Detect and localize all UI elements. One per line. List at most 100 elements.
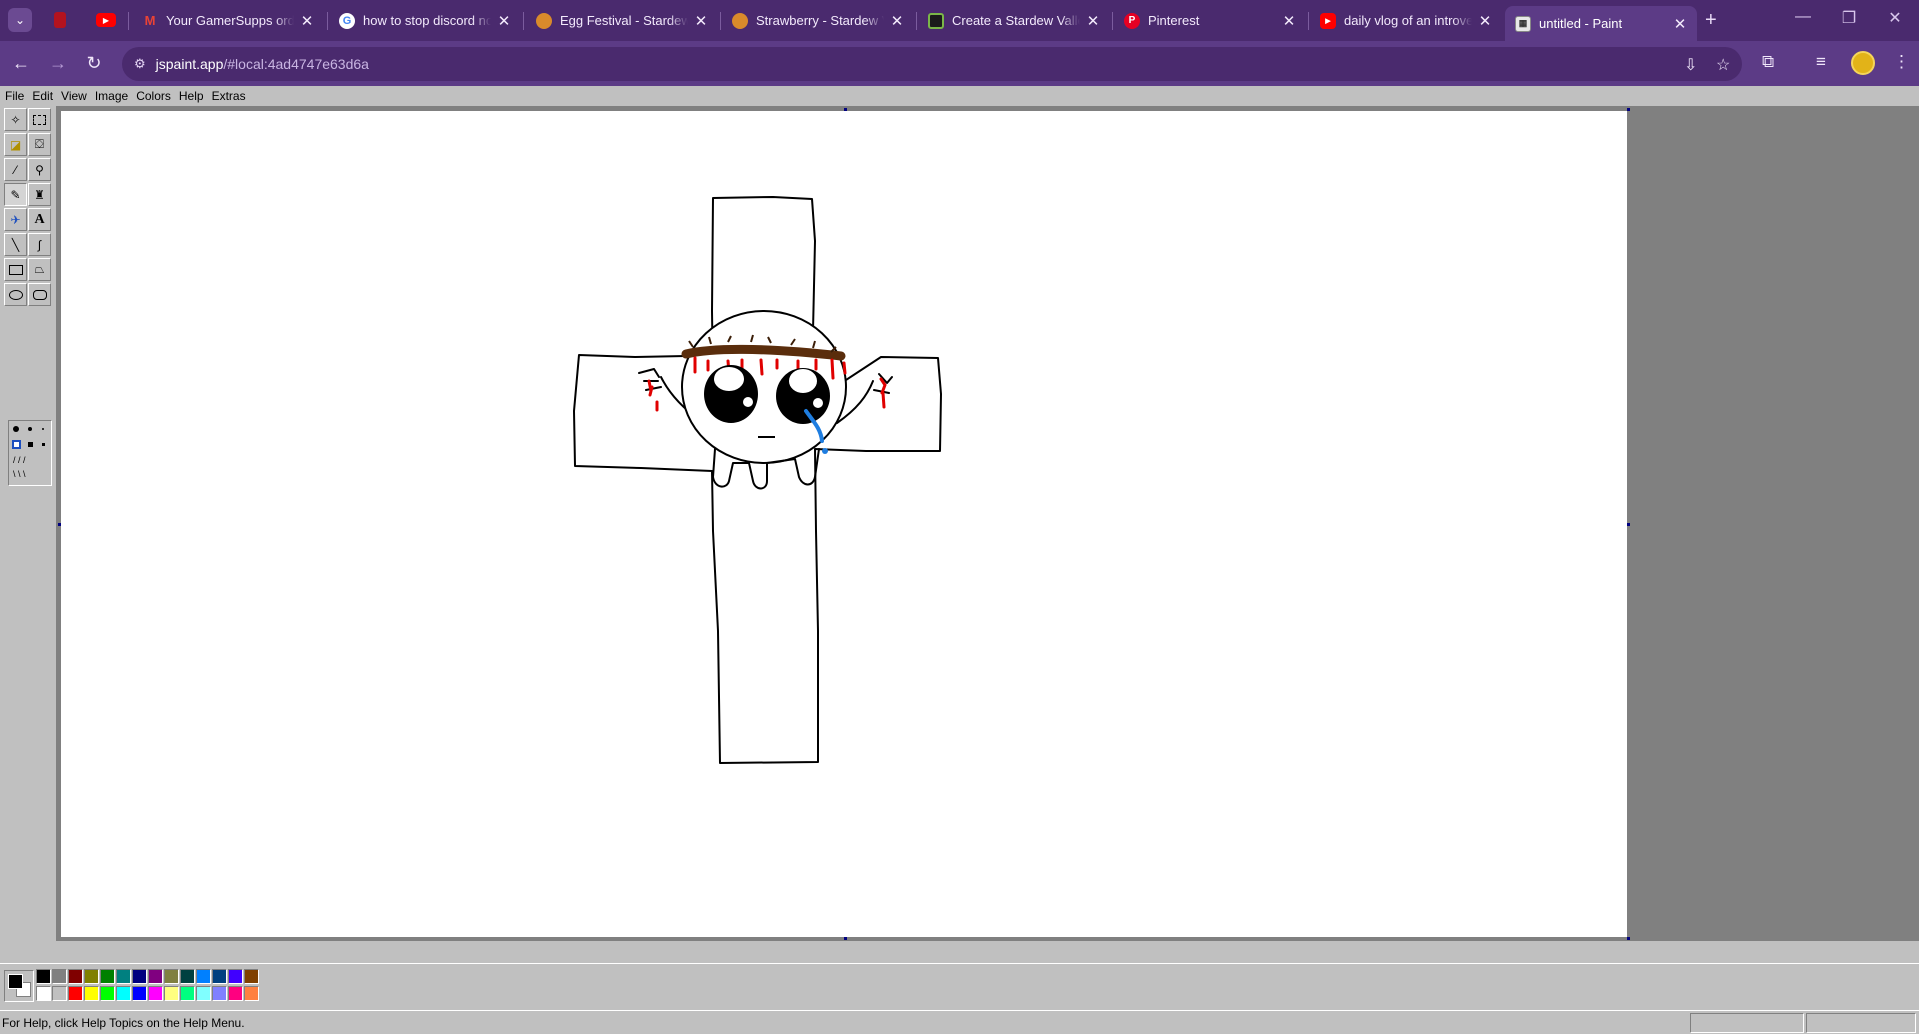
resize-handle-top-right[interactable] xyxy=(1627,108,1630,111)
brush-tool[interactable]: ♜ xyxy=(28,183,51,206)
palette-swatch[interactable] xyxy=(244,986,259,1001)
palette-swatch[interactable] xyxy=(52,986,67,1001)
close-icon[interactable]: ✕ xyxy=(694,12,708,30)
size-option-square[interactable] xyxy=(12,440,21,449)
palette-swatch[interactable] xyxy=(148,986,163,1001)
close-icon[interactable]: ✕ xyxy=(890,12,904,30)
tab-gamersupps[interactable]: M Your GamerSupps order ✕ xyxy=(132,6,324,35)
palette-swatch[interactable] xyxy=(196,969,211,984)
magnifier-tool[interactable]: ⚲ xyxy=(28,158,51,181)
pick-color-tool[interactable]: ⁄ xyxy=(4,158,27,181)
menu-extras[interactable]: Extras xyxy=(208,89,250,103)
tab-strawberry[interactable]: Strawberry - Stardew Valley ✕ xyxy=(722,6,914,35)
palette-swatch[interactable] xyxy=(116,986,131,1001)
size-option-dot[interactable] xyxy=(28,427,32,431)
tab-daily-vlog[interactable]: ▶ daily vlog of an introvert ✕ xyxy=(1310,6,1502,35)
menu-view[interactable]: View xyxy=(57,89,91,103)
palette-swatch[interactable] xyxy=(132,986,147,1001)
palette-swatch[interactable] xyxy=(212,969,227,984)
menu-colors[interactable]: Colors xyxy=(132,89,175,103)
resize-handle-top[interactable] xyxy=(844,108,847,111)
menu-edit[interactable]: Edit xyxy=(28,89,57,103)
pencil-tool[interactable]: ✎ xyxy=(4,183,27,206)
palette-swatch[interactable] xyxy=(36,969,51,984)
resize-handle-left[interactable] xyxy=(58,523,61,526)
rectangle-tool[interactable] xyxy=(4,258,27,281)
size-option-dot[interactable] xyxy=(42,428,44,430)
tab-search-button[interactable]: ⌄ xyxy=(8,8,32,32)
curve-tool[interactable]: ∫ xyxy=(28,233,51,256)
rounded-rectangle-tool[interactable] xyxy=(28,283,51,306)
minimize-button[interactable]: — xyxy=(1780,8,1826,26)
pinned-tab-youtube[interactable]: ▶ xyxy=(94,9,118,31)
size-option-square[interactable] xyxy=(42,443,45,446)
select-tool[interactable] xyxy=(28,108,51,131)
palette-swatch[interactable] xyxy=(68,986,83,1001)
palette-swatch[interactable] xyxy=(196,986,211,1001)
tab-discord-search[interactable]: G how to stop discord not ✕ xyxy=(329,6,521,35)
back-button[interactable]: ← xyxy=(9,53,33,74)
palette-swatch[interactable] xyxy=(100,986,115,1001)
resize-handle-right[interactable] xyxy=(1627,523,1630,526)
close-icon[interactable]: ✕ xyxy=(1673,15,1687,33)
close-icon[interactable]: ✕ xyxy=(1282,12,1296,30)
tool-options-panel[interactable]: / / / \ \ \ xyxy=(8,420,52,486)
pinned-tab-1[interactable] xyxy=(48,9,72,31)
more-menu-icon[interactable]: ⋮ xyxy=(1893,52,1910,72)
media-controls-icon[interactable]: ≡ xyxy=(1816,52,1826,72)
eraser-tool[interactable]: ◪ xyxy=(4,133,27,156)
close-icon[interactable]: ✕ xyxy=(1478,12,1492,30)
resize-handle-bottom-right[interactable] xyxy=(1627,937,1630,940)
size-option-slash[interactable]: / / / xyxy=(13,455,26,465)
site-info-icon[interactable]: ⚙ xyxy=(134,56,146,72)
palette-swatch[interactable] xyxy=(164,986,179,1001)
polygon-tool[interactable]: ⏢ xyxy=(28,258,51,281)
palette-swatch[interactable] xyxy=(84,969,99,984)
free-form-select-tool[interactable]: ✧ xyxy=(4,108,27,131)
palette-swatch[interactable] xyxy=(116,969,131,984)
palette-swatch[interactable] xyxy=(68,969,83,984)
install-app-icon[interactable]: ⇩ xyxy=(1684,55,1697,75)
bookmark-star-icon[interactable]: ☆ xyxy=(1716,55,1730,75)
palette-swatch[interactable] xyxy=(228,969,243,984)
drawing-canvas[interactable] xyxy=(61,111,1627,937)
palette-swatch[interactable] xyxy=(36,986,51,1001)
palette-swatch[interactable] xyxy=(52,969,67,984)
menu-image[interactable]: Image xyxy=(91,89,132,103)
palette-swatch[interactable] xyxy=(84,986,99,1001)
palette-swatch[interactable] xyxy=(132,969,147,984)
avatar[interactable] xyxy=(1851,51,1875,75)
palette-swatch[interactable] xyxy=(228,986,243,1001)
palette-swatch[interactable] xyxy=(164,969,179,984)
ellipse-tool[interactable] xyxy=(4,283,27,306)
palette-swatch[interactable] xyxy=(180,986,195,1001)
close-window-button[interactable]: ✕ xyxy=(1872,8,1918,28)
palette-swatch[interactable] xyxy=(212,986,227,1001)
restore-button[interactable]: ❐ xyxy=(1826,8,1872,28)
extensions-icon[interactable]: ⧉ xyxy=(1762,52,1774,72)
foreground-color-swatch[interactable] xyxy=(8,974,23,989)
text-tool[interactable]: A xyxy=(28,208,51,231)
resize-handle-bottom[interactable] xyxy=(844,937,847,940)
tab-stardew-planner[interactable]: Create a Stardew Valley ✕ xyxy=(918,6,1110,35)
size-option-backslash[interactable]: \ \ \ xyxy=(13,469,26,479)
palette-swatch[interactable] xyxy=(180,969,195,984)
address-bar[interactable]: ⚙ jspaint.app/#local:4ad4747e63d6a ⇩ ☆ xyxy=(122,47,1742,81)
palette-swatch[interactable] xyxy=(244,969,259,984)
reload-button[interactable]: ↻ xyxy=(82,53,106,74)
tab-jspaint[interactable]: ▦ untitled - Paint ✕ xyxy=(1505,6,1697,41)
airbrush-tool[interactable]: ✈ xyxy=(4,208,27,231)
new-tab-button[interactable]: + xyxy=(1705,9,1717,32)
fill-tool[interactable]: ⛋ xyxy=(28,133,51,156)
forward-button[interactable]: → xyxy=(46,53,70,74)
size-option-dot[interactable] xyxy=(13,426,19,432)
close-icon[interactable]: ✕ xyxy=(497,12,511,30)
palette-swatch[interactable] xyxy=(148,969,163,984)
tab-pinterest[interactable]: P Pinterest ✕ xyxy=(1114,6,1306,35)
menu-file[interactable]: File xyxy=(0,89,28,103)
menu-help[interactable]: Help xyxy=(175,89,208,103)
close-icon[interactable]: ✕ xyxy=(1086,12,1100,30)
current-colors[interactable] xyxy=(4,970,34,1002)
size-option-square[interactable] xyxy=(28,442,33,447)
tab-egg-festival[interactable]: Egg Festival - Stardew Valley ✕ xyxy=(526,6,718,35)
